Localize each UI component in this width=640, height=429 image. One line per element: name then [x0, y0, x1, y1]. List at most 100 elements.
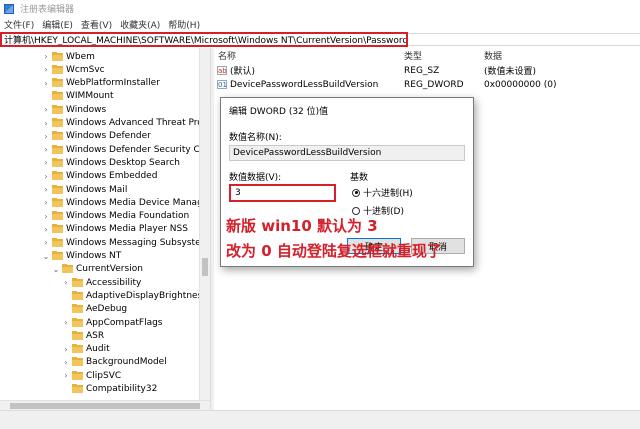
value-name-text: DevicePasswordLessBuildVersion: [233, 148, 382, 158]
chevron-right-icon[interactable]: ›: [42, 105, 50, 114]
chevron-right-icon[interactable]: ›: [62, 371, 70, 380]
chevron-right-icon[interactable]: ›: [42, 212, 50, 221]
status-bar: [0, 410, 640, 429]
tree-item[interactable]: WIMMount: [42, 90, 114, 103]
menu-view[interactable]: 查看(V): [77, 18, 116, 31]
tree-item[interactable]: ⌄ Windows NT: [42, 250, 121, 263]
tree-item[interactable]: › Windows Desktop Search: [42, 156, 180, 169]
chevron-right-icon[interactable]: ›: [42, 79, 50, 88]
chevron-right-icon[interactable]: ›: [42, 158, 50, 167]
folder-icon: [72, 304, 83, 314]
tree-item[interactable]: › Windows Media Device Manager: [42, 196, 210, 209]
chevron-right-icon[interactable]: ›: [42, 119, 50, 128]
radio-hex[interactable]: 十六进制(H): [352, 186, 413, 199]
address-bar[interactable]: 计算机\HKEY_LOCAL_MACHINE\SOFTWARE\Microsof…: [0, 32, 408, 47]
tree-item[interactable]: › Windows Embedded: [42, 170, 157, 183]
folder-icon: [72, 357, 83, 367]
value-data-label: 数值数据(V):: [229, 173, 282, 183]
chevron-right-icon[interactable]: ›: [42, 238, 50, 247]
chevron-right-icon[interactable]: ›: [42, 52, 50, 61]
value-data-input[interactable]: 3: [229, 184, 336, 202]
value-row-device-passwordless[interactable]: 01 DevicePasswordLessBuildVersion REG_DW…: [214, 78, 640, 91]
value-data: (数值未设置): [484, 67, 537, 77]
header-data[interactable]: 数据: [484, 49, 502, 62]
tree-item[interactable]: › Windows Mail: [42, 183, 127, 196]
tree-item[interactable]: › ClipSVC: [62, 369, 121, 382]
chevron-right-icon[interactable]: ›: [62, 345, 70, 354]
tree-item[interactable]: › Audit: [62, 343, 110, 356]
folder-icon: [52, 78, 63, 88]
tree-item[interactable]: › WebPlatformInstaller: [42, 77, 160, 90]
radio-hex-label: 十六进制(H): [363, 189, 413, 199]
tree-item-label: Windows Media Foundation: [66, 211, 190, 222]
folder-icon: [52, 144, 63, 154]
tree-item[interactable]: › Windows: [42, 103, 106, 116]
tree-item[interactable]: AeDebug: [62, 303, 127, 316]
folder-icon: [52, 224, 63, 234]
tree-item[interactable]: Compatibility32: [62, 383, 157, 396]
tree-item[interactable]: › Windows Advanced Threat Protect: [42, 117, 210, 130]
tree-item[interactable]: › Windows Messaging Subsystem: [42, 236, 209, 249]
tree-item[interactable]: AdaptiveDisplayBrightness: [62, 289, 207, 302]
menu-file[interactable]: 文件(F): [0, 18, 38, 31]
tree-item[interactable]: › Windows Defender: [42, 130, 151, 143]
address-bar-remainder[interactable]: [408, 33, 640, 46]
tree-item-label: WIMMount: [66, 91, 114, 102]
menu-favorites[interactable]: 收藏夹(A): [116, 18, 164, 31]
radio-decimal-indicator[interactable]: [352, 206, 360, 215]
value-data-text: 3: [235, 188, 241, 198]
value-data: 0x00000000 (0): [484, 79, 557, 90]
tree-item-label: Compatibility32: [86, 384, 158, 394]
tree-item-label: Windows Media Device Manager: [66, 197, 210, 208]
menu-help[interactable]: 帮助(H): [164, 18, 204, 31]
folder-icon: [72, 317, 83, 327]
folder-icon: [52, 157, 63, 167]
tree-item-label: Windows Media Player NSS: [66, 224, 188, 235]
tree-item-label: AppCompatFlags: [86, 317, 163, 328]
value-name-field: DevicePasswordLessBuildVersion: [229, 145, 465, 161]
tree-item[interactable]: › BackgroundModel: [62, 356, 167, 369]
key-tree: › Wbem › WcmSvc › WebPlatformInstaller WIMMoun…: [0, 48, 210, 400]
chevron-right-icon[interactable]: ›: [42, 172, 50, 181]
chevron-right-icon[interactable]: ›: [42, 65, 50, 74]
chevron-right-icon[interactable]: ›: [42, 145, 50, 154]
tree-item[interactable]: ASR: [62, 329, 104, 342]
tree-item[interactable]: › Windows Defender Security Center: [42, 143, 210, 156]
header-type[interactable]: 类型: [404, 49, 422, 62]
tree-item[interactable]: › Windows Media Foundation: [42, 210, 189, 223]
base-radio-group: 基数 十六进制(H) 十进制(D): [346, 173, 466, 218]
tree-item-label: Windows Messaging Subsystem: [66, 237, 210, 248]
header-name[interactable]: 名称: [218, 49, 236, 62]
tree-vertical-scrollbar[interactable]: [199, 48, 210, 400]
horizontal-scroll-thumb[interactable]: [10, 403, 200, 409]
chevron-right-icon[interactable]: ›: [42, 198, 50, 207]
tree-item[interactable]: › Wbem: [42, 50, 95, 63]
menu-bar: 文件(F) 编辑(E) 查看(V) 收藏夹(A) 帮助(H): [0, 17, 640, 32]
tree-item[interactable]: › WcmSvc: [42, 63, 105, 76]
tree-item[interactable]: ⌄ CurrentVersion: [52, 263, 143, 276]
tree-item[interactable]: › Windows Media Player NSS: [42, 223, 188, 236]
chevron-right-icon[interactable]: ›: [62, 318, 70, 327]
chevron-right-icon[interactable]: ›: [42, 185, 50, 194]
chevron-right-icon[interactable]: ›: [62, 278, 70, 287]
folder-icon: [52, 237, 63, 247]
menu-edit[interactable]: 编辑(E): [38, 18, 77, 31]
folder-icon: [52, 131, 63, 141]
tree-item[interactable]: › Accessibility: [62, 276, 141, 289]
chevron-down-icon[interactable]: ⌄: [42, 252, 50, 261]
tree-item-label: AdaptiveDisplayBrightness: [86, 290, 207, 301]
chevron-right-icon[interactable]: ›: [42, 225, 50, 234]
chevron-right-icon[interactable]: ›: [42, 132, 50, 141]
tree-horizontal-scrollbar[interactable]: [0, 400, 210, 410]
chevron-right-icon[interactable]: ›: [62, 358, 70, 367]
folder-icon: [52, 251, 63, 260]
tree-item-label: BackgroundModel: [86, 357, 167, 368]
tree-item[interactable]: › AppCompatFlags: [62, 316, 163, 329]
radio-hex-indicator[interactable]: [352, 188, 360, 197]
value-type: REG_DWORD: [404, 79, 464, 90]
folder-icon: [72, 384, 83, 393]
folder-icon: [52, 211, 63, 221]
tree-scroll-thumb[interactable]: [202, 258, 208, 276]
value-row-default[interactable]: ab (默认) REG_SZ (数值未设置): [214, 64, 640, 77]
chevron-down-icon[interactable]: ⌄: [52, 265, 60, 274]
